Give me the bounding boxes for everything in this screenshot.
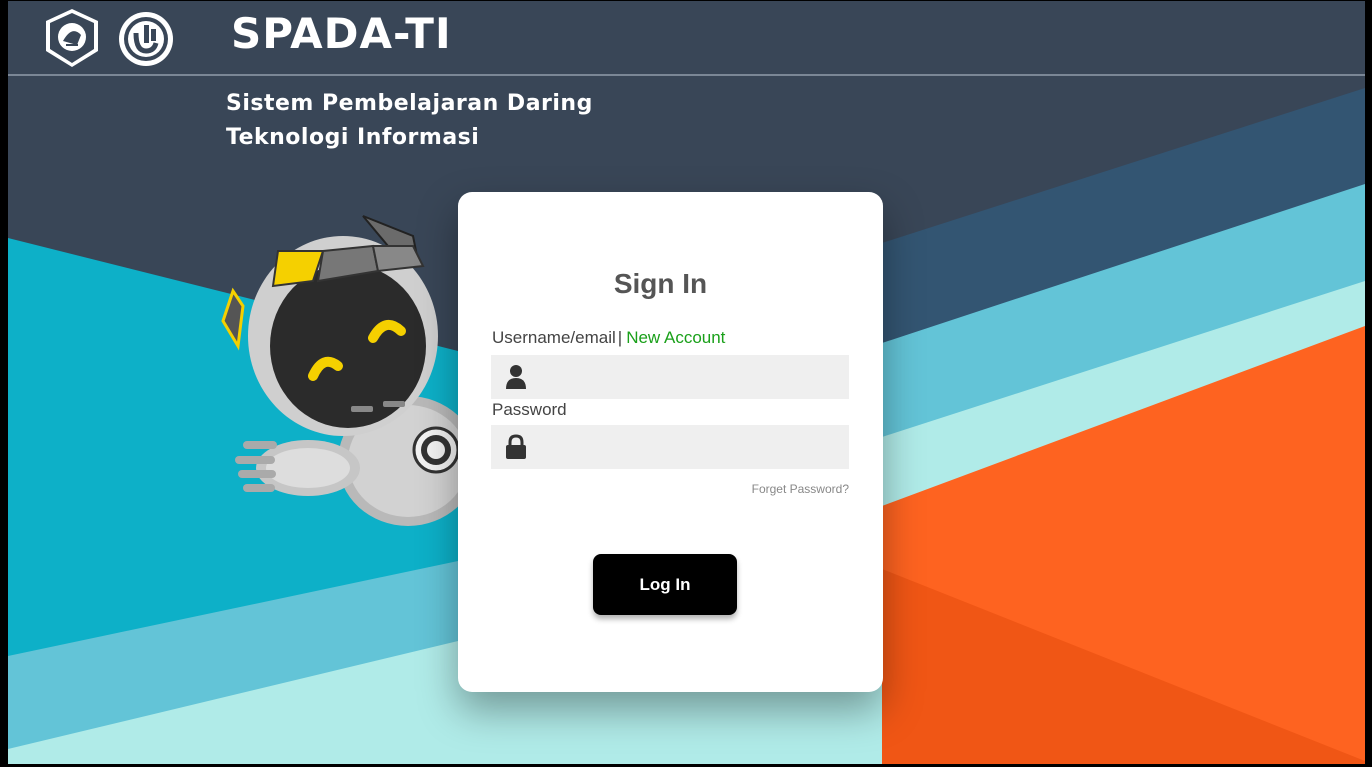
username-label-row: Username/email | New Account [492, 328, 725, 348]
new-account-link[interactable]: New Account [626, 328, 725, 347]
header-divider [8, 74, 1365, 76]
login-page: SPADA-TI Sistem Pembelajaran Daring Tekn… [8, 1, 1365, 764]
label-separator: | [617, 328, 623, 347]
username-field[interactable] [491, 355, 849, 399]
username-label: Username/email [492, 328, 616, 347]
sign-in-title: Sign In [613, 268, 708, 299]
robot-mascot [221, 215, 473, 526]
sign-in-card: Sign In Username/email | New Account Passw… [458, 192, 883, 692]
forget-password-link[interactable]: Forget Password? [752, 482, 849, 496]
password-label: Password [492, 400, 567, 419]
app-title: SPADA-TI [231, 9, 452, 58]
ti-logo [119, 12, 173, 66]
username-input[interactable] [539, 355, 839, 399]
subtitle-line-1: Sistem Pembelajaran Daring [226, 91, 593, 116]
app-subtitle: Sistem Pembelajaran Daring Teknologi Inf… [226, 87, 593, 155]
lock-icon [506, 434, 526, 459]
subtitle-line-2: Teknologi Informasi [226, 125, 480, 150]
top-header: SPADA-TI [8, 1, 1365, 76]
password-input[interactable] [539, 425, 839, 469]
pnp-logo [46, 9, 98, 67]
user-icon [506, 365, 526, 389]
login-button[interactable]: Log In [593, 554, 737, 615]
password-field[interactable] [491, 425, 849, 469]
